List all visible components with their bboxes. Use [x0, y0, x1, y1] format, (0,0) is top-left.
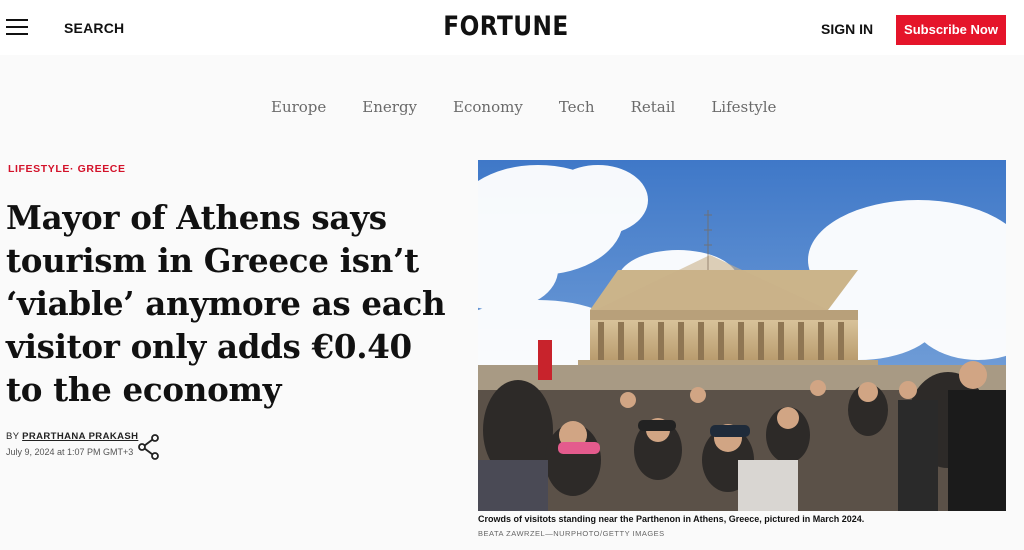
- image-caption: Crowds of visitots standing near the Par…: [478, 514, 865, 524]
- nav-item-retail[interactable]: Retail: [631, 98, 676, 116]
- author-link[interactable]: PRARTHANA PRAKASH: [22, 431, 138, 442]
- publish-date: July 9, 2024 at 1:07 PM GMT+3: [6, 447, 134, 457]
- share-icon[interactable]: [137, 434, 161, 460]
- kicker-topic-link[interactable]: GREECE: [78, 163, 126, 175]
- kicker-separator: ·: [70, 163, 75, 175]
- image-credit: BEATA ZAWRZEL—NURPHOTO/GETTY IMAGES: [478, 529, 665, 538]
- fortune-logo[interactable]: FORTUNE: [71, 11, 941, 42]
- article-headline: Mayor of Athens says tourism in Greece i…: [6, 198, 446, 409]
- kicker-section-link[interactable]: LIFESTYLE: [8, 163, 70, 175]
- nav-item-energy[interactable]: Energy: [362, 98, 417, 116]
- nav-item-europe[interactable]: Europe: [271, 98, 326, 116]
- byline-prefix: BY: [6, 431, 20, 442]
- hero-image: [478, 160, 1006, 511]
- hamburger-menu-icon[interactable]: [6, 19, 28, 35]
- section-nav: Europe Energy Economy Tech Retail Lifest…: [271, 98, 776, 116]
- subscribe-button[interactable]: Subscribe Now: [896, 15, 1006, 45]
- byline: BY PRARTHANA PRAKASH: [6, 431, 138, 442]
- nav-item-tech[interactable]: Tech: [559, 98, 595, 116]
- nav-item-economy[interactable]: Economy: [453, 98, 523, 116]
- nav-item-lifestyle[interactable]: Lifestyle: [711, 98, 776, 116]
- sign-in-link[interactable]: SIGN IN: [821, 21, 873, 37]
- site-header: SEARCH FORTUNE SIGN IN Subscribe Now: [0, 0, 1024, 55]
- article-kicker: LIFESTYLE· GREECE: [8, 163, 126, 175]
